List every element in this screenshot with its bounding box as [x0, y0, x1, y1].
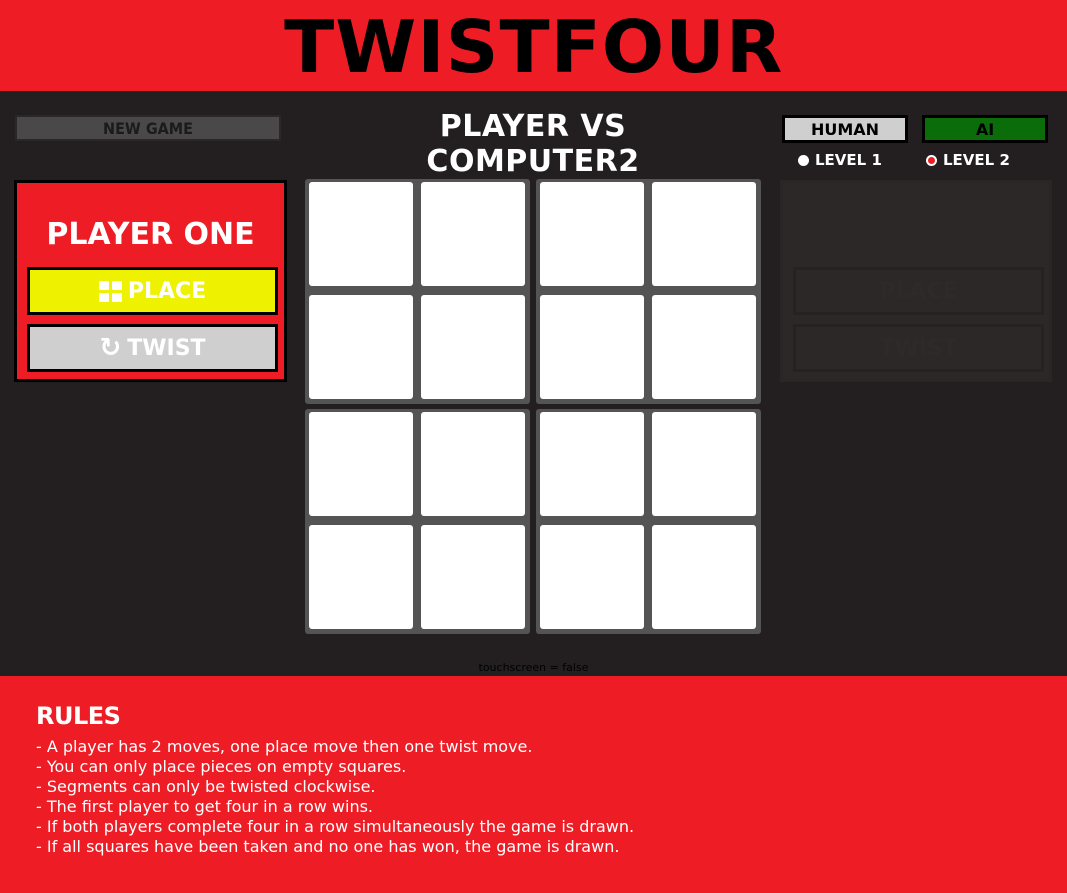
level-1-option[interactable]: LEVEL 1 [798, 151, 882, 169]
mode-ai-button[interactable]: AI [922, 115, 1048, 143]
rule-item: - The first player to get four in a row … [36, 797, 374, 816]
rule-item: - If all squares have been taken and no … [36, 837, 620, 856]
board-cell[interactable] [652, 182, 756, 286]
rule-item: - A player has 2 moves, one place move t… [36, 737, 533, 756]
place-label: PLACE [127, 278, 207, 304]
board-cell[interactable] [421, 295, 525, 399]
rule-item: - Segments can only be twisted clockwise… [36, 777, 376, 796]
board-cell[interactable] [309, 182, 413, 286]
game-board [305, 179, 762, 634]
rules-section: RULES - A player has 2 moves, one place … [0, 676, 1067, 893]
app-logo: TWISTFOUR [283, 4, 784, 89]
board-cell[interactable] [540, 182, 644, 286]
touchscreen-debug-text: touchscreen = false [478, 661, 589, 674]
board-quadrant-top-left[interactable] [305, 179, 530, 404]
radio-unselected-icon[interactable] [798, 154, 809, 166]
board-cell[interactable] [652, 525, 756, 629]
board-cell[interactable] [309, 525, 413, 629]
board-quadrant-top-right[interactable] [536, 179, 761, 404]
game-area: NEW GAME PLAYER VS COMPUTER2 HUMAN AI LE… [0, 91, 1067, 676]
board-cell[interactable] [540, 412, 644, 516]
player-two-twist-button: TWIST [793, 324, 1044, 372]
twist-button[interactable]: ↻ TWIST [27, 324, 278, 372]
board-cell[interactable] [421, 182, 525, 286]
player-two-place-label: PLACE [879, 278, 958, 304]
board-cell[interactable] [540, 525, 644, 629]
board-cell[interactable] [421, 525, 525, 629]
game-title: PLAYER VS COMPUTER2 [426, 109, 640, 179]
board-quadrant-bottom-left[interactable] [305, 409, 530, 634]
board-cell[interactable] [309, 412, 413, 516]
board-cell[interactable] [540, 295, 644, 399]
place-button[interactable]: PLACE [27, 267, 278, 315]
rule-item: - If both players complete four in a row… [36, 817, 635, 836]
rotate-clockwise-icon: ↻ [99, 333, 122, 363]
twist-label: TWIST [127, 335, 206, 361]
new-game-button[interactable]: NEW GAME [15, 115, 281, 141]
player-two-twist-label: TWIST [879, 335, 958, 361]
mode-human-button[interactable]: HUMAN [782, 115, 908, 143]
player-one-name: PLAYER ONE [46, 217, 255, 252]
board-cell[interactable] [309, 295, 413, 399]
player-two-panel: PLACE TWIST [780, 180, 1052, 382]
radio-selected-icon[interactable] [926, 154, 937, 166]
rules-title: RULES [36, 702, 121, 730]
player-two-place-button: PLACE [793, 267, 1044, 315]
player-one-panel: PLAYER ONE PLACE ↻ TWIST [14, 180, 287, 382]
rule-item: - You can only place pieces on empty squ… [36, 757, 407, 776]
level-2-label: LEVEL 2 [943, 151, 1010, 169]
rules-list: - A player has 2 moves, one place move t… [36, 737, 634, 857]
header: TWISTFOUR [0, 0, 1067, 91]
grid-icon [98, 280, 122, 302]
board-cell[interactable] [652, 295, 756, 399]
board-cell[interactable] [652, 412, 756, 516]
level-1-label: LEVEL 1 [815, 151, 882, 169]
board-cell[interactable] [421, 412, 525, 516]
board-quadrant-bottom-right[interactable] [536, 409, 761, 634]
level-2-option[interactable]: LEVEL 2 [926, 151, 1010, 169]
